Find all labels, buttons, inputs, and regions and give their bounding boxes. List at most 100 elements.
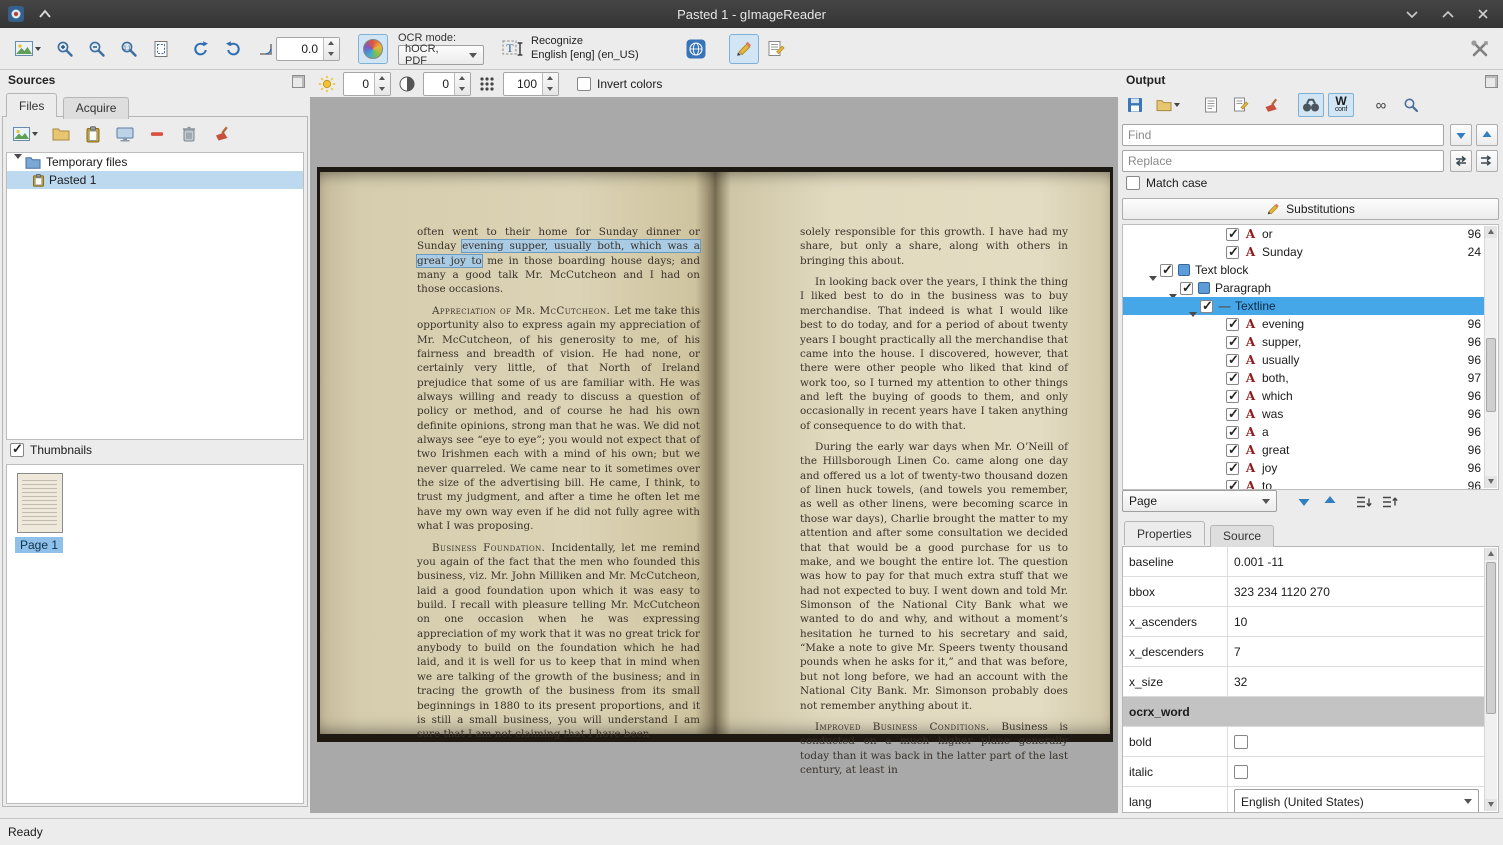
scroll-up-button[interactable]: [1485, 226, 1497, 238]
match-case-toggle[interactable]: Match case: [1126, 176, 1207, 190]
add-images-button-2[interactable]: [8, 122, 42, 146]
tree-scrollbar[interactable]: [1484, 226, 1497, 488]
node-checkbox[interactable]: [1180, 282, 1193, 295]
zoom-out-button[interactable]: [82, 34, 112, 64]
property-value[interactable]: 0.001 -11: [1228, 555, 1485, 569]
ocr-result-tree[interactable]: Aor96ASunday24Text blockParagraph—Textli…: [1122, 224, 1499, 490]
thumbnail-list[interactable]: Page 1: [6, 464, 304, 804]
word-checkbox[interactable]: [1226, 444, 1239, 457]
scroll-thumb[interactable]: [1486, 562, 1496, 714]
minimize-button[interactable]: [1405, 9, 1419, 19]
invert-colors-checkbox[interactable]: [577, 77, 591, 91]
find-prev-button[interactable]: [1476, 124, 1498, 146]
substitutions-button[interactable]: Substitutions: [1122, 198, 1499, 220]
tab-files[interactable]: Files: [6, 93, 57, 117]
word-checkbox[interactable]: [1226, 480, 1239, 491]
tab-properties[interactable]: Properties: [1124, 521, 1205, 545]
property-value[interactable]: 10: [1228, 615, 1485, 629]
open-output-button[interactable]: [1152, 93, 1184, 117]
ocr-word-row[interactable]: ASunday24: [1123, 243, 1485, 261]
paste-button[interactable]: [80, 122, 106, 146]
spin-arrows[interactable]: [374, 73, 390, 95]
tree-item-temporary-files[interactable]: Temporary files: [7, 153, 303, 171]
save-output-button[interactable]: [1122, 93, 1148, 117]
add-folder-button[interactable]: [48, 122, 74, 146]
clear-sources-button[interactable]: [208, 122, 234, 146]
clear-output-button[interactable]: [1258, 93, 1284, 117]
settings-button[interactable]: [1465, 34, 1495, 64]
find-replace-toggle-button[interactable]: [1298, 93, 1324, 117]
file-tree[interactable]: Temporary files Pasted 1: [6, 152, 304, 440]
search-document-button[interactable]: [1398, 93, 1424, 117]
spin-arrows[interactable]: [323, 38, 339, 60]
brightness-spinbox[interactable]: 0: [343, 72, 391, 96]
scroll-down-button[interactable]: [1485, 799, 1497, 811]
tree-node-paragraph[interactable]: Paragraph: [1123, 279, 1485, 297]
find-next-button[interactable]: [1450, 124, 1472, 146]
highlight-pen-button[interactable]: [729, 34, 759, 64]
rotate-left-button[interactable]: [186, 34, 216, 64]
resolution-spinbox[interactable]: 100: [503, 72, 559, 96]
tab-source[interactable]: Source: [1210, 525, 1274, 547]
word-checkbox[interactable]: [1226, 408, 1239, 421]
menubar-toggle-icon[interactable]: [38, 9, 52, 19]
tree-node-textline[interactable]: —Textline: [1123, 297, 1485, 315]
show-confidence-toggle-button[interactable]: Wconf: [1328, 93, 1354, 117]
spin-arrows[interactable]: [454, 73, 470, 95]
language-button[interactable]: [681, 34, 711, 64]
image-canvas[interactable]: often went to their home for Sunday dinn…: [310, 97, 1118, 813]
word-checkbox[interactable]: [1226, 336, 1239, 349]
ocr-word-row[interactable]: Agreat96: [1123, 441, 1485, 459]
scroll-down-button[interactable]: [1485, 476, 1497, 488]
property-checkbox[interactable]: [1234, 765, 1248, 779]
ocr-word-row[interactable]: Aevening96: [1123, 315, 1485, 333]
image-controls-button[interactable]: [358, 34, 388, 64]
delete-source-button[interactable]: [176, 122, 202, 146]
word-checkbox[interactable]: [1226, 354, 1239, 367]
find-input[interactable]: [1122, 124, 1444, 146]
screenshot-button[interactable]: [112, 122, 138, 146]
invert-colors-toggle[interactable]: Invert colors: [577, 77, 662, 91]
spin-arrows[interactable]: [542, 73, 558, 95]
word-checkbox[interactable]: [1226, 372, 1239, 385]
node-checkbox[interactable]: [1160, 264, 1173, 277]
properties-scrollbar[interactable]: [1484, 548, 1497, 811]
thumbnails-toggle[interactable]: Thumbnails: [10, 443, 92, 457]
ocr-word-row[interactable]: Ajoy96: [1123, 459, 1485, 477]
ocr-word-row[interactable]: Aa96: [1123, 423, 1485, 441]
scroll-thumb[interactable]: [1486, 338, 1496, 412]
link-button[interactable]: ∞: [1368, 93, 1394, 117]
ocr-word-row[interactable]: Aboth,97: [1123, 369, 1485, 387]
tree-node-text-block[interactable]: Text block: [1123, 261, 1485, 279]
property-checkbox[interactable]: [1234, 735, 1248, 749]
ocr-word-row[interactable]: Awhich96: [1123, 387, 1485, 405]
undock-icon[interactable]: [1485, 75, 1498, 88]
word-checkbox[interactable]: [1226, 228, 1239, 241]
word-checkbox[interactable]: [1226, 462, 1239, 475]
rotation-spinbox[interactable]: 0.0: [276, 37, 340, 61]
replace-all-button[interactable]: [1476, 150, 1498, 172]
thumbnails-checkbox[interactable]: [10, 443, 24, 457]
scroll-up-button[interactable]: [1485, 548, 1497, 560]
property-value[interactable]: 32: [1228, 675, 1485, 689]
lang-select[interactable]: English (United States): [1234, 789, 1479, 814]
property-value[interactable]: 7: [1228, 645, 1485, 659]
edit-text-button[interactable]: [761, 34, 791, 64]
page-thumbnail[interactable]: [17, 473, 63, 533]
zoom-original-button[interactable]: 1:1: [114, 34, 144, 64]
zoom-in-button[interactable]: [50, 34, 80, 64]
recognize-button[interactable]: T Recognize English [eng] (en_US): [494, 33, 647, 65]
navigate-previous-button[interactable]: [1318, 489, 1342, 513]
ocr-mode-select[interactable]: hOCR, PDF: [398, 45, 484, 65]
zoom-fit-button[interactable]: [146, 34, 176, 64]
undock-icon[interactable]: [292, 75, 305, 88]
ocr-word-row[interactable]: Asupper,96: [1123, 333, 1485, 351]
ocr-word-row[interactable]: Awas96: [1123, 405, 1485, 423]
tree-item-pasted-1[interactable]: Pasted 1: [7, 171, 303, 189]
ocr-word-row[interactable]: Ausually96: [1123, 351, 1485, 369]
contrast-spinbox[interactable]: 0: [423, 72, 471, 96]
export-button[interactable]: [1198, 93, 1224, 117]
replace-input[interactable]: [1122, 150, 1444, 172]
expand-all-button[interactable]: [1352, 490, 1376, 514]
postprocess-button[interactable]: [1228, 93, 1254, 117]
